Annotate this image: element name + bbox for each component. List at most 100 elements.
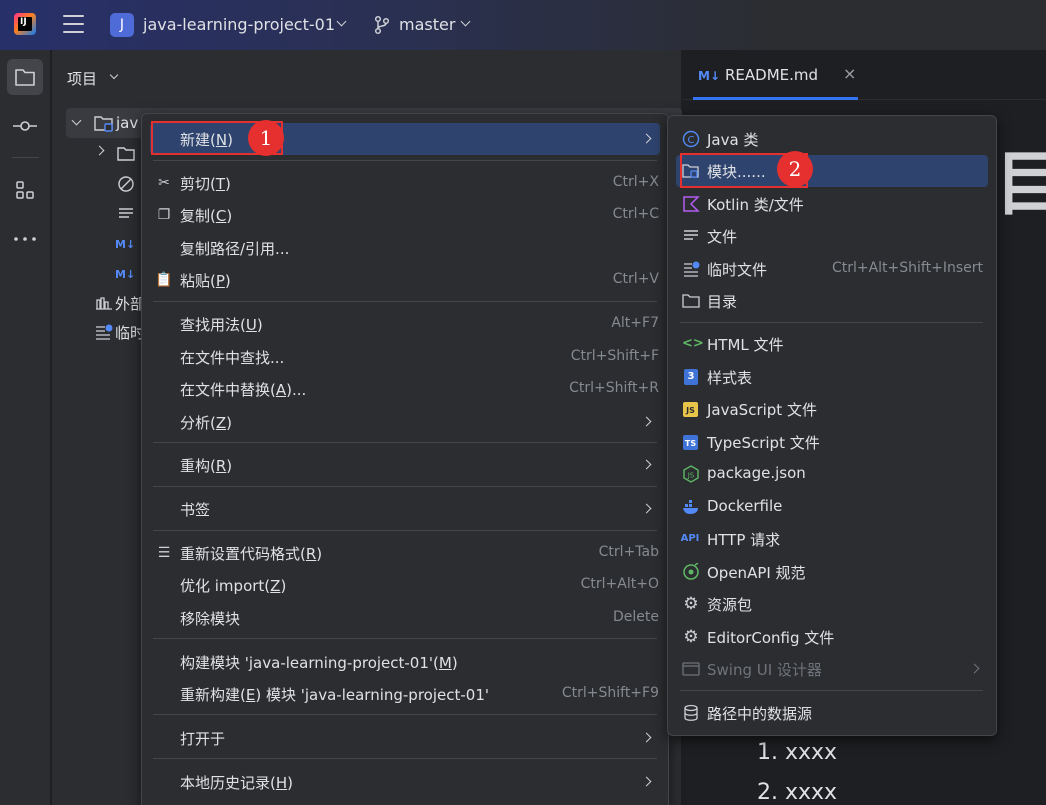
kotlin-icon [683,196,700,212]
chevron-right-icon [641,416,652,427]
markdown-icon: M↓ [115,238,136,251]
submenu-item-editorconfig[interactable]: ⚙ EditorConfig 文件 [668,621,996,653]
markdown-icon: M↓ [115,268,136,281]
gear-icon: ⚙ [683,594,699,614]
editor-heading-fragment: 目 [995,143,1046,225]
tab-label: README.md [725,66,819,84]
menu-item-remove-module[interactable]: 移除模块 Delete [142,602,668,634]
submenu-item-directory[interactable]: 目录 [668,285,996,317]
git-branch-icon[interactable] [373,15,391,35]
menu-item-build-module[interactable]: 构建模块 'java-learning-project-01'(M) [142,646,668,678]
submenu-item-package-json[interactable]: JS package.json [668,458,996,490]
more-tools-button[interactable] [7,221,43,257]
chevron-right-icon [641,776,652,787]
editor-tab-bar: M↓ README.md × [683,50,1046,100]
tab-readme[interactable]: M↓ README.md × [693,50,858,100]
submenu-item-openapi[interactable]: OpenAPI 规范 [668,556,996,588]
chevron-right-icon [641,503,652,514]
submenu-item-data-source[interactable]: 路径中的数据源 [668,697,996,729]
menu-item-rebuild-module[interactable]: 重新构建(E) 模块 'java-learning-project-01' Ct… [142,678,668,710]
menu-item-find-in-files[interactable]: 在文件中查找... Ctrl+Shift+F [142,341,668,373]
intellij-logo-icon[interactable]: IJ [14,13,36,35]
nodejs-icon: JS [683,465,699,483]
callout-badge-1: 1 [248,120,284,156]
menu-item-analyze[interactable]: 分析(Z) [142,406,668,438]
editor-list-item: 1. xxxx [757,740,838,765]
chevron-right-icon [969,663,980,674]
project-name[interactable]: java-learning-project-01 [143,15,335,34]
html-icon: <> [682,336,704,351]
menu-item-find-usages[interactable]: 查找用法(U) Alt+F7 [142,308,668,340]
menu-item-cut[interactable]: ✂ 剪切(T) Ctrl+X [142,167,668,199]
submenu-item-http-request[interactable]: API HTTP 请求 [668,523,996,555]
context-menu: 新建(N) ✂ 剪切(T) Ctrl+X ❐ 复制(C) Ctrl+C 复制路径… [141,113,669,805]
menu-item-copy-path[interactable]: 复制路径/引用... [142,232,668,264]
submenu-item-file[interactable]: 文件 [668,220,996,252]
structure-icon [16,181,34,199]
main-menu-icon[interactable] [63,15,84,33]
folder-icon [682,294,700,308]
chevron-right-icon [641,459,652,470]
chevron-down-icon[interactable] [109,70,119,80]
submenu-item-scratch-file[interactable]: 临时文件 Ctrl+Alt+Shift+Insert [668,253,996,285]
submenu-item-javascript[interactable]: JS JavaScript 文件 [668,393,996,425]
folder-icon [15,69,35,86]
more-icon [14,237,36,241]
submenu-item-typescript[interactable]: TS TypeScript 文件 [668,426,996,458]
menu-item-bookmarks[interactable]: 书签 [142,493,668,525]
typescript-icon: TS [683,435,698,450]
commit-icon [13,121,37,131]
project-tool-button[interactable] [7,59,43,95]
chevron-down-icon[interactable] [460,16,471,27]
menu-item-optimize-imports[interactable]: 优化 import(Z) Ctrl+Alt+O [142,569,668,601]
menu-item-replace-in-files[interactable]: 在文件中替换(A)... Ctrl+Shift+R [142,373,668,405]
css-icon: 3 [684,369,698,385]
submenu-item-java-class[interactable]: C Java 类 [668,123,996,155]
svg-text:C: C [688,135,695,146]
scratch-file-icon [684,261,700,277]
menu-item-paste[interactable]: 📋 粘贴(P) Ctrl+V [142,264,668,296]
close-icon[interactable]: × [843,64,856,83]
chevron-right-icon [641,732,652,743]
clipboard-icon: 📋 [155,272,173,288]
chevron-down-icon[interactable] [336,16,347,27]
menu-item-copy[interactable]: ❐ 复制(C) Ctrl+C [142,199,668,231]
gear-icon: ⚙ [683,627,699,647]
menu-item-open-in[interactable]: 打开于 [142,722,668,754]
branch-name[interactable]: master [399,15,455,34]
activity-bar [0,50,51,805]
callout-badge-2: 2 [777,151,813,187]
submenu-item-html[interactable]: <> HTML 文件 [668,328,996,360]
text-file-icon [119,208,133,218]
scissors-icon: ✂ [158,175,170,191]
docker-icon [683,500,698,514]
folder-icon [117,147,135,161]
divider [12,157,39,158]
new-submenu: C Java 类 模块...... Kotlin 类/文件 文件 临时文件 Ct… [667,115,997,736]
panel-title[interactable]: 项目 [67,68,97,89]
commit-tool-button[interactable] [7,108,43,144]
tree-root-label[interactable]: jav [116,114,138,132]
markdown-icon: M↓ [698,69,720,83]
database-icon [684,704,698,721]
openapi-icon [683,563,699,580]
java-class-icon: C [682,130,700,148]
swing-icon [682,662,700,676]
submenu-item-kotlin[interactable]: Kotlin 类/文件 [668,188,996,220]
excluded-icon [118,176,134,192]
editor-list-item: 2. xxxx [757,780,838,805]
submenu-item-swing-ui[interactable]: Swing UI 设计器 [668,653,996,685]
submenu-item-dockerfile[interactable]: Dockerfile [668,491,996,523]
menu-item-reformat-code[interactable]: ☰ 重新设置代码格式(R) Ctrl+Tab [142,537,668,569]
structure-tool-button[interactable] [7,172,43,208]
scratches-icon [96,324,113,340]
file-icon [684,230,698,240]
submenu-item-stylesheet[interactable]: 3 样式表 [668,361,996,393]
library-icon [96,297,112,310]
project-badge[interactable]: J [110,13,134,37]
menu-item-refactor[interactable]: 重构(R) [142,449,668,481]
submenu-item-resource-bundle[interactable]: ⚙ 资源包 [668,588,996,620]
menu-item-local-history[interactable]: 本地历史记录(H) [142,766,668,798]
copy-icon: ❐ [157,207,171,223]
chevron-right-icon[interactable] [94,145,105,156]
